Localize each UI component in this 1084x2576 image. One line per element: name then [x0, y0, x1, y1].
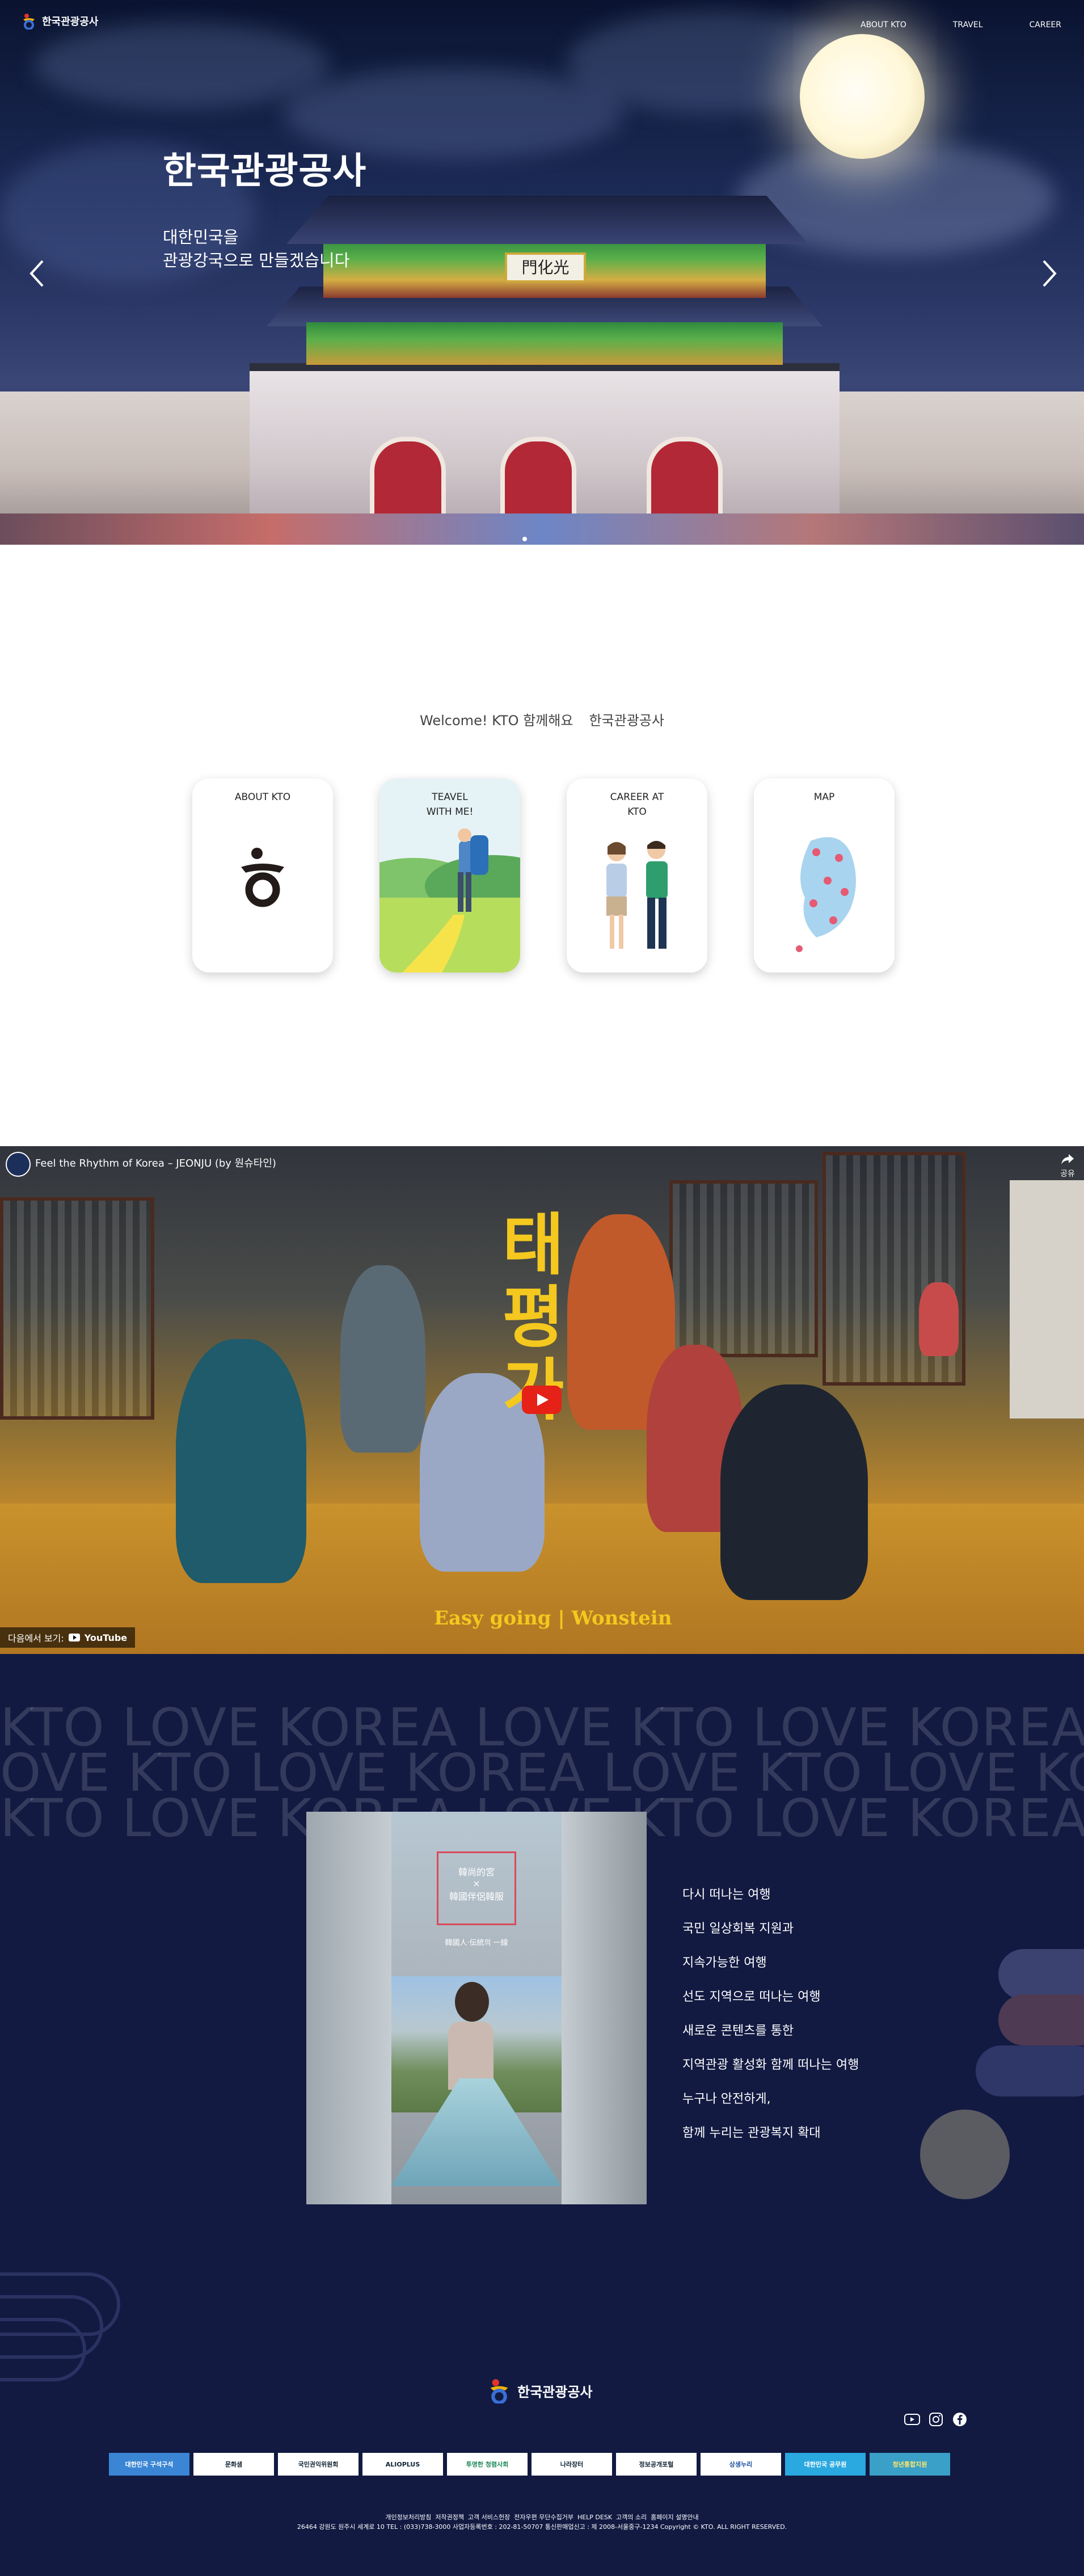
- career-people-illustration: [606, 841, 668, 949]
- campaign-photo: 韓尚的宮 × 韓國伴侶韓服 韓國人·伝統의 一線: [306, 1812, 647, 2204]
- partner-banner[interactable]: 정보공개포털: [616, 2453, 697, 2476]
- campaign-line: 다시 떠나는 여행: [682, 1888, 771, 1902]
- partner-banner[interactable]: ALIOPLUS: [362, 2453, 443, 2476]
- partner-banner[interactable]: 상생누리: [701, 2453, 781, 2476]
- photo-sign: 韓尚的宮 × 韓國伴侶韓服: [437, 1851, 516, 1925]
- card-travel-with-me[interactable]: TEAVEL WITH ME!: [379, 778, 520, 973]
- person: [720, 1384, 868, 1600]
- youtube-link[interactable]: [903, 2410, 921, 2428]
- model-head: [455, 1982, 489, 2022]
- decor-pill: [976, 2045, 1084, 2097]
- kto-symbol-icon: [241, 848, 284, 907]
- photo-wall-right: [562, 1812, 647, 2204]
- photo-subtext: 韓國人·伝統의 一線: [445, 1939, 508, 1947]
- light-trails: [0, 513, 1084, 545]
- kto-logo-icon: [23, 14, 35, 30]
- vase: [919, 1282, 959, 1356]
- slide-indicator-dot[interactable]: [522, 537, 527, 541]
- campaign-line: 지역관광 활성화 함께 떠나는 여행: [682, 2058, 859, 2072]
- hero-banner: 門化光 한국관광공사 ABOUT KTO TRAVEL CAREER 한국관광공…: [0, 0, 1084, 545]
- person: [176, 1339, 306, 1583]
- facebook-link[interactable]: [951, 2410, 969, 2428]
- nav-career[interactable]: CAREER: [1030, 20, 1062, 30]
- instagram-icon: [929, 2413, 943, 2426]
- share-icon: [1061, 1154, 1074, 1164]
- header-logo[interactable]: 한국관광공사: [22, 12, 98, 30]
- welcome-heading: Welcome! KTO 함께해요 한국관광공사: [0, 709, 1084, 729]
- photo-wall-left: [306, 1812, 391, 2204]
- card-career-label: CAREER AT KTO: [610, 792, 664, 818]
- campaign-line: 누구나 안전하게,: [682, 2092, 771, 2106]
- campaign-line: 선도 지역으로 떠나는 여행: [682, 1990, 821, 2004]
- card-map[interactable]: MAP: [754, 778, 895, 973]
- campaign-line: 지속가능한 여행: [682, 1956, 767, 1970]
- partner-banners: 대한민국 구석구석 문화샘 국민권익위원회 ALIOPLUS 투명한 청렴사회 …: [109, 2453, 950, 2476]
- partner-banner[interactable]: 투명한 청렴사회: [447, 2453, 528, 2476]
- partner-banner[interactable]: 문화샘: [193, 2453, 274, 2476]
- campaign-line: 함께 누리는 관광복지 확대: [682, 2126, 821, 2140]
- campaign-line: 국민 일상회복 지원과: [682, 1922, 794, 1936]
- footer-logo-text: 한국관광공사: [517, 2384, 593, 2400]
- card-map-label: MAP: [813, 792, 835, 803]
- video-title[interactable]: Feel the Rhythm of Korea – JEONJU (by 원슈…: [35, 1155, 276, 1170]
- play-button[interactable]: [522, 1386, 562, 1414]
- gate-arch: [370, 437, 446, 521]
- nav-travel[interactable]: TRAVEL: [953, 20, 983, 30]
- watch-on-label: 다음에서 보기:: [8, 1633, 64, 1644]
- welcome-brand: 한국관광공사: [589, 713, 664, 729]
- share-button[interactable]: 공유: [1060, 1153, 1075, 1179]
- youtube-icon: [904, 2414, 920, 2425]
- partner-banner[interactable]: 대한민국 구석구석: [109, 2453, 189, 2476]
- next-slide-arrow-icon[interactable]: [1038, 256, 1061, 291]
- campaign-text: 다시 떠나는 여행 국민 일상회복 지원과 지속가능한 여행 선도 지역으로 떠…: [682, 1878, 859, 2150]
- hero-subtitle: 대한민국을 관광강국으로 만들겠습니다: [163, 228, 350, 270]
- wood-window-panel: [0, 1197, 154, 1420]
- share-label: 공유: [1060, 1169, 1075, 1178]
- decor-pill: [998, 1994, 1084, 2045]
- decor-outline: [0, 2318, 86, 2381]
- youtube-label: YouTube: [84, 1632, 128, 1643]
- footer-address: 26464 강원도 원주시 세계로 10 TEL : (033)738-3000…: [297, 2523, 787, 2531]
- card-about-kto-label: ABOUT KTO: [234, 792, 291, 803]
- card-career[interactable]: CAREER AT KTO: [567, 778, 707, 973]
- watch-on-youtube[interactable]: 다음에서 보기: YouTube: [0, 1627, 136, 1648]
- instagram-link[interactable]: [927, 2410, 945, 2428]
- partner-banner[interactable]: 대한민국 공무원: [785, 2453, 866, 2476]
- gate-arch: [500, 437, 576, 521]
- decor-circle: [920, 2110, 1010, 2199]
- gate-roof-upper: [286, 196, 808, 244]
- gate-arch: [647, 437, 723, 521]
- partner-banner[interactable]: 국민권익위원회: [278, 2453, 358, 2476]
- footer-logo[interactable]: 한국관광공사: [488, 2377, 592, 2404]
- nav-about-kto[interactable]: ABOUT KTO: [861, 20, 906, 30]
- header-logo-text: 한국관광공사: [42, 16, 99, 28]
- prev-slide-arrow-icon[interactable]: [26, 256, 48, 291]
- facebook-icon: [953, 2413, 967, 2426]
- person: [340, 1265, 425, 1453]
- welcome-prefix: Welcome! KTO 함께해요: [420, 713, 573, 729]
- korea-map-illustration: [796, 837, 856, 952]
- partner-banner[interactable]: 청년통합지원: [870, 2453, 950, 2476]
- wood-window-panel: [669, 1180, 818, 1357]
- video-caption: Easy going | Wonstein: [434, 1607, 672, 1630]
- gate-sign: 門化光: [505, 252, 586, 283]
- kto-logo-icon: [490, 2379, 508, 2404]
- cloud: [34, 23, 329, 108]
- moon: [800, 34, 925, 159]
- footer-info: 개인정보처리방침 저작권정책 고객 서비스헌장 전자우편 무단수집거부 HELP…: [0, 2512, 1084, 2532]
- decor-pill: [998, 1949, 1084, 2000]
- hero-title: 한국관광공사: [163, 150, 367, 192]
- wall-scroll: [1010, 1180, 1084, 1419]
- footer-links[interactable]: 개인정보처리방침 저작권정책 고객 서비스헌장 전자우편 무단수집거부 HELP…: [0, 2512, 1084, 2522]
- card-about-kto[interactable]: ABOUT KTO: [192, 778, 333, 973]
- channel-avatar[interactable]: [6, 1152, 31, 1177]
- campaign-line: 새로운 콘텐츠를 통한: [682, 2024, 794, 2038]
- gate-floor-lower: [306, 322, 783, 365]
- youtube-logo-icon: [68, 1634, 80, 1641]
- main-nav: ABOUT KTO TRAVEL CAREER: [861, 20, 1061, 30]
- card-travel-label: TEAVEL WITH ME!: [426, 792, 474, 818]
- partner-banner[interactable]: 나라장터: [532, 2453, 612, 2476]
